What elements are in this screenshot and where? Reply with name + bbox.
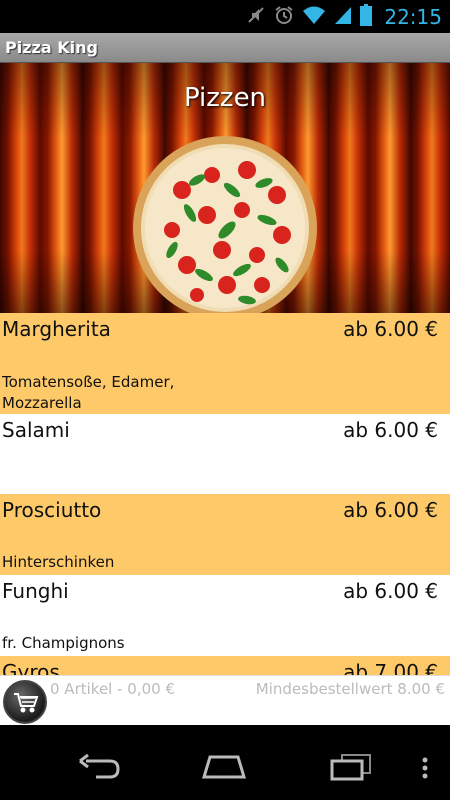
navigation-bar	[0, 725, 450, 800]
item-price: ab 6.00 €	[343, 579, 438, 603]
alarm-icon	[274, 5, 294, 29]
overflow-menu-icon[interactable]	[421, 757, 429, 783]
back-icon[interactable]	[78, 753, 122, 783]
item-description: Tomatensoße, Edamer, Mozzarella	[2, 373, 175, 412]
status-bar: 22:15	[0, 0, 450, 33]
battery-icon	[360, 4, 373, 30]
cart-bar: 0 Artikel - 0,00 € Mindesbestellwert 8.0…	[0, 675, 450, 725]
minimum-order-value: Mindesbestellwert 8.00 €	[255, 680, 445, 698]
mute-icon	[246, 5, 266, 29]
item-name: Funghi	[2, 579, 69, 603]
cart-button[interactable]	[3, 680, 47, 724]
status-icons: 22:15	[246, 4, 442, 30]
item-price: ab 7.00 €	[343, 660, 438, 675]
shopping-cart-icon	[14, 693, 39, 713]
cart-summary: 0 Artikel - 0,00 €	[50, 680, 175, 698]
category-title: Pizzen	[183, 83, 267, 113]
menu-item-margherita[interactable]: Margherita ab 6.00 € Tomatensoße, Edamer…	[0, 313, 450, 414]
action-bar: Pizza King	[0, 33, 450, 63]
item-name: Prosciutto	[2, 498, 102, 522]
recent-apps-icon[interactable]	[328, 753, 374, 785]
item-name: Salami	[2, 418, 70, 442]
item-name: Margherita	[2, 317, 111, 341]
item-description: fr. Champignons	[2, 634, 125, 652]
item-price: ab 6.00 €	[343, 418, 438, 442]
signal-icon	[334, 5, 352, 29]
pizza-image	[133, 136, 317, 313]
app-title: Pizza King	[5, 38, 98, 57]
status-time: 22:15	[384, 5, 442, 29]
menu-item-gyros[interactable]: Gyros ab 7.00 €	[0, 656, 450, 675]
item-price: ab 6.00 €	[343, 317, 438, 341]
wifi-icon	[302, 5, 326, 29]
menu-item-prosciutto[interactable]: Prosciutto ab 6.00 € Hinterschinken	[0, 494, 450, 575]
item-description: Hinterschinken	[2, 553, 115, 571]
home-icon[interactable]	[200, 753, 248, 783]
item-name: Gyros	[2, 660, 60, 675]
menu-item-funghi[interactable]: Funghi ab 6.00 € fr. Champignons	[0, 575, 450, 656]
menu-item-salami[interactable]: Salami ab 6.00 €	[0, 414, 450, 494]
category-header: Pizzen	[0, 63, 450, 313]
menu-list[interactable]: Margherita ab 6.00 € Tomatensoße, Edamer…	[0, 313, 450, 675]
item-price: ab 6.00 €	[343, 498, 438, 522]
